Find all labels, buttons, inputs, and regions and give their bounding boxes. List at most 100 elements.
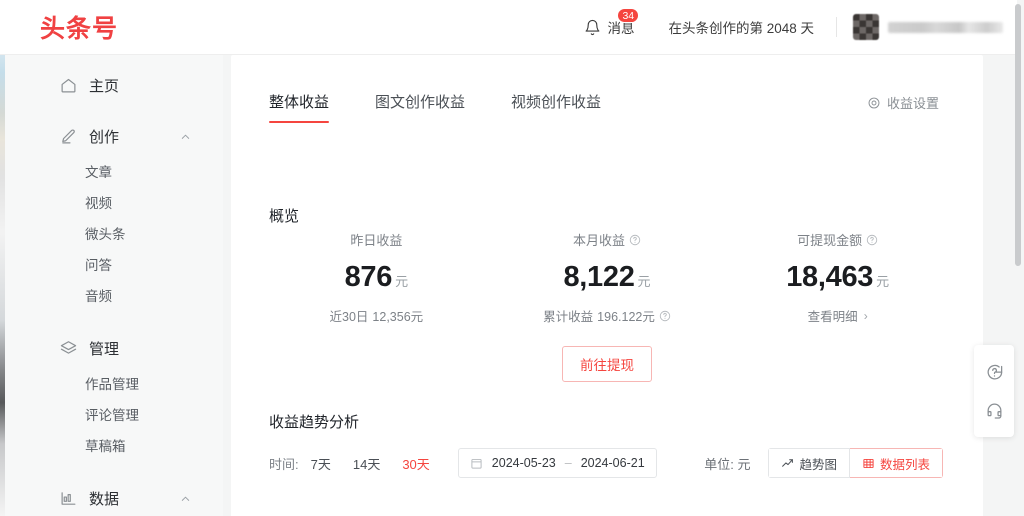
help-circle-icon[interactable] <box>866 234 878 246</box>
stat-label: 昨日收益 <box>350 230 402 249</box>
tab-article-earnings[interactable]: 图文创作收益 <box>375 91 465 123</box>
stat-card-withdrawable: 可提现金额 18,463 元 查看明细 › <box>722 230 953 326</box>
view-details-link[interactable]: 查看明细 › <box>808 306 868 325</box>
sidebar-item-label: 管理 <box>89 341 120 358</box>
scrollbar-thumb[interactable] <box>1015 4 1021 266</box>
main-content: 整体收益 图文创作收益 视频创作收益 收益设置 概览 昨日收益 876 元 近3… <box>223 55 1017 516</box>
sidebar-group-data: 数据 收益数据 <box>5 478 223 516</box>
sidebar-subitem-article[interactable]: 文章 <box>5 157 223 188</box>
sidebar-spacer-top <box>5 55 223 65</box>
sidebar-group-create: 创作 文章 视频 微头条 问答 音频 <box>5 116 223 312</box>
sidebar-item-data[interactable]: 数据 <box>5 478 223 516</box>
view-data-list-button[interactable]: 数据列表 <box>849 448 943 478</box>
pencil-icon <box>62 129 75 144</box>
earnings-settings-label: 收益设置 <box>886 96 939 111</box>
stat-label: 可提现金额 <box>797 230 878 249</box>
chevron-up-icon[interactable] <box>180 493 191 504</box>
sidebar-subitem-weitoutiao[interactable]: 微头条 <box>5 219 223 250</box>
messages-badge: 34 <box>617 8 640 23</box>
sidebar-subitem-drafts[interactable]: 草稿箱 <box>5 431 223 462</box>
tab-video-earnings[interactable]: 视频创作收益 <box>511 91 601 123</box>
stat-sub-prefix: 累计收益 <box>543 310 594 324</box>
sidebar-subitem-video[interactable]: 视频 <box>5 188 223 219</box>
stat-sub-prefix: 近30日 <box>329 310 369 324</box>
range-30d[interactable]: 30天 <box>402 454 429 473</box>
page-scrollbar[interactable] <box>1014 2 1022 514</box>
withdraw-button[interactable]: 前往提现 <box>562 346 652 382</box>
view-details-label: 查看明细 <box>807 310 858 324</box>
sidebar-group-home: 主页 <box>5 65 223 106</box>
sidebar-item-manage[interactable]: 管理 <box>5 328 223 369</box>
header-divider <box>836 17 837 37</box>
sidebar-item-create[interactable]: 创作 <box>5 116 223 157</box>
date-start: 2024-05-23 <box>491 456 556 470</box>
table-icon <box>863 458 874 468</box>
messages-button[interactable]: 消息 34 <box>584 8 640 37</box>
stat-label: 本月收益 <box>573 230 641 249</box>
home-icon <box>61 78 76 93</box>
header-right-cluster: 消息 34 在头条创作的第 2048 天 <box>584 0 1017 54</box>
sidebar-item-label: 数据 <box>89 491 120 508</box>
range-7d[interactable]: 7天 <box>311 454 331 473</box>
overview-stats: 昨日收益 876 元 近30日 12,356元 本月收益 8,122 元 累计收… <box>231 230 983 326</box>
stat-value-number: 876 <box>344 261 393 293</box>
help-circle-icon[interactable] <box>629 234 641 246</box>
stat-unit: 元 <box>876 274 890 289</box>
user-menu[interactable] <box>853 14 1003 40</box>
help-circle-icon[interactable] <box>659 310 671 322</box>
customer-support-button[interactable] <box>974 391 1014 429</box>
app-header: 头条号 消息 34 在头条创作的第 2048 天 <box>0 0 1017 55</box>
brand-logo[interactable]: 头条号 <box>40 9 118 45</box>
view-toggle: 趋势图 数据列表 <box>768 448 943 478</box>
headset-icon <box>987 403 1001 419</box>
stat-value: 18,463 元 <box>722 261 953 294</box>
page-root: 头条号 消息 34 在头条创作的第 2048 天 主页 创作 文章 视频 微头条… <box>0 0 1024 516</box>
avatar[interactable] <box>853 14 879 40</box>
stat-card-this-month: 本月收益 8,122 元 累计收益 196.122元 <box>492 230 723 326</box>
overview-title: 概览 <box>269 208 300 225</box>
stat-label-text: 可提现金额 <box>797 233 863 248</box>
gear-icon <box>868 97 880 108</box>
stat-sub-value: 12,356元 <box>372 310 424 324</box>
trend-controls: 时间: 7天 14天 30天 2024-05-23 – 2024-06-21 单… <box>231 448 983 478</box>
tab-bar: 整体收益 图文创作收益 视频创作收益 收益设置 <box>231 55 983 123</box>
username-redacted <box>888 21 1003 33</box>
date-end: 2024-06-21 <box>580 456 645 470</box>
line-chart-icon <box>782 458 794 467</box>
time-label: 时间: <box>269 456 299 472</box>
stat-value: 876 元 <box>261 261 492 294</box>
stat-value-number: 8,122 <box>563 261 635 293</box>
bell-icon <box>586 19 600 35</box>
help-dock <box>974 345 1014 437</box>
view-trend-chart-button[interactable]: 趋势图 <box>768 448 850 478</box>
sidebar-subitem-works-manage[interactable]: 作品管理 <box>5 369 223 400</box>
sidebar-subitem-qa[interactable]: 问答 <box>5 250 223 281</box>
chevron-right-icon: › <box>863 308 868 323</box>
sidebar-subitem-comments-manage[interactable]: 评论管理 <box>5 400 223 431</box>
stat-unit: 元 <box>637 274 651 289</box>
stat-sub: 累计收益 196.122元 <box>543 306 671 325</box>
chevron-up-icon[interactable] <box>180 131 191 142</box>
tab-overall-earnings[interactable]: 整体收益 <box>269 91 330 123</box>
help-button[interactable] <box>974 353 1014 391</box>
stat-label-text: 昨日收益 <box>350 233 403 248</box>
view-data-list-label: 数据列表 <box>879 457 930 472</box>
stat-value: 8,122 元 <box>492 261 723 294</box>
creation-days-text: 在头条创作的第 2048 天 <box>668 21 814 36</box>
trend-title: 收益趋势分析 <box>269 414 360 431</box>
range-14d[interactable]: 14天 <box>353 454 380 473</box>
earnings-card: 整体收益 图文创作收益 视频创作收益 收益设置 概览 昨日收益 876 元 近3… <box>231 55 983 516</box>
sidebar-subitem-audio[interactable]: 音频 <box>5 281 223 312</box>
sidebar-item-home[interactable]: 主页 <box>5 65 223 106</box>
unit-label: 单位: 元 <box>704 456 751 472</box>
sidebar: 主页 创作 文章 视频 微头条 问答 音频 管理 作品管理 评论管理 草稿箱 数… <box>5 55 223 516</box>
question-bubble-icon <box>987 364 1002 380</box>
date-range-picker[interactable]: 2024-05-23 – 2024-06-21 <box>457 448 657 478</box>
stat-unit: 元 <box>395 274 409 289</box>
earnings-settings-button[interactable]: 收益设置 <box>867 93 939 112</box>
stat-card-yesterday: 昨日收益 876 元 近30日 12,356元 <box>261 230 492 326</box>
calendar-icon <box>471 458 482 469</box>
